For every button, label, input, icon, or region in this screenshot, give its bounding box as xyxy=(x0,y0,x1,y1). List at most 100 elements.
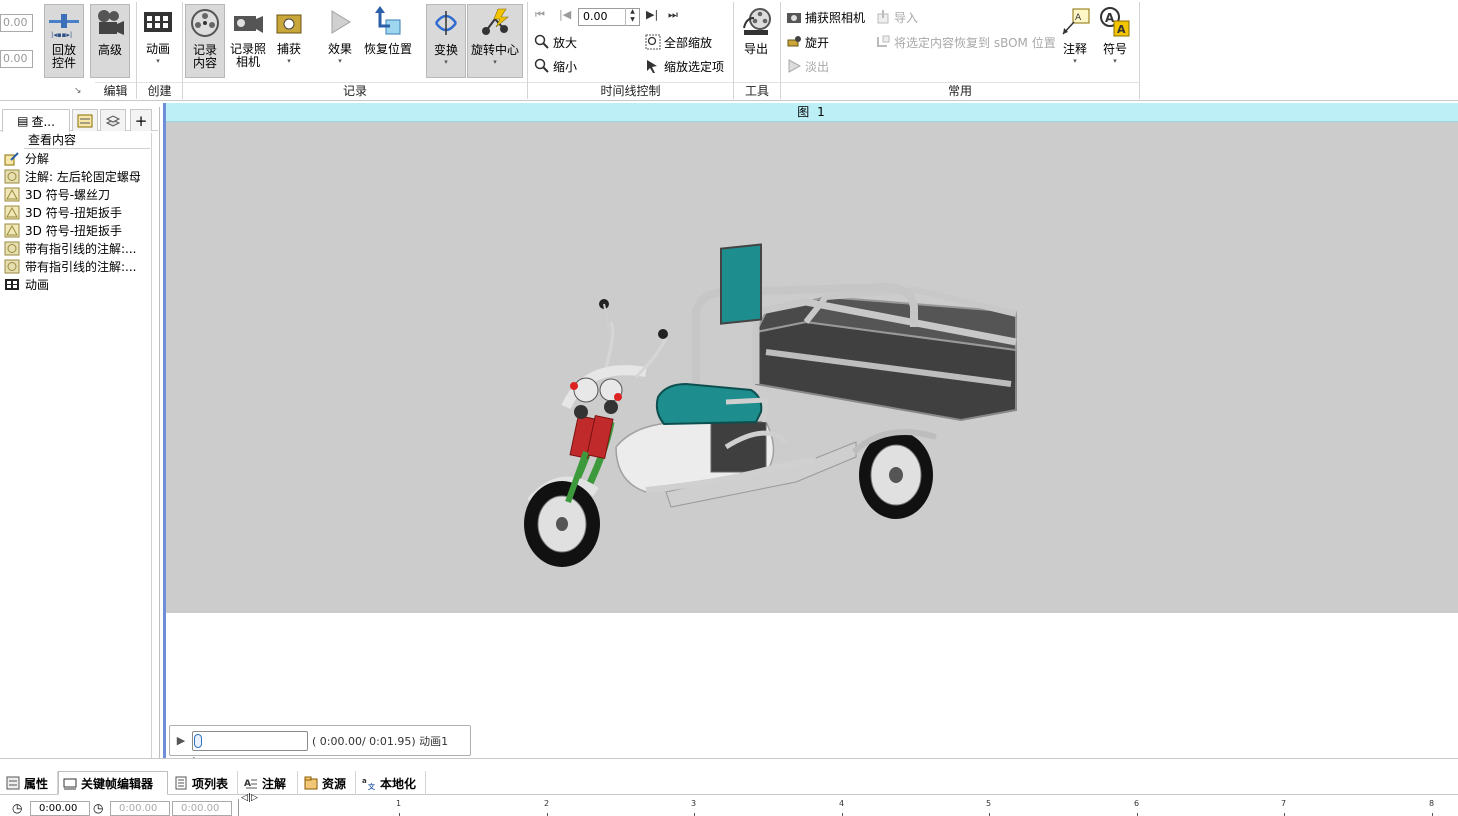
export-icon xyxy=(738,4,774,40)
rotation-center-button[interactable]: 旋转中心 ▾ xyxy=(467,4,523,78)
tab-resources[interactable]: 资源 xyxy=(300,771,356,795)
clock-icon: ◷ xyxy=(12,801,23,815)
tree-item-symbol[interactable]: 3D 符号-扭矩扳手 xyxy=(3,203,122,221)
symbol-icon xyxy=(3,205,20,220)
ruler-label: 3 xyxy=(691,799,697,808)
playback-controls-button[interactable]: |◂▪▪▸| 回放 控件 xyxy=(44,4,84,78)
animation-progress-slider[interactable] xyxy=(192,730,308,751)
tab-layers[interactable] xyxy=(100,109,126,131)
rotate-button[interactable]: 旋开 xyxy=(786,33,829,51)
zoom-in-button[interactable]: 放大 xyxy=(534,33,577,51)
zoom-out-button[interactable]: 缩小 xyxy=(534,57,577,75)
add-tab-button[interactable]: + xyxy=(130,109,152,131)
animation-button[interactable]: 动画 ▾ xyxy=(139,4,177,65)
zoom-selected-icon xyxy=(645,58,661,74)
chevron-down-icon: ▾ xyxy=(338,57,342,65)
group-label-create: 创建 xyxy=(137,82,182,99)
symbol-icon xyxy=(3,187,20,202)
annotation-button[interactable]: A 注释 ▾ xyxy=(1056,4,1094,65)
tab-view-content[interactable]: ▤ 查... xyxy=(2,109,70,132)
symbol-button[interactable]: AA 符号 ▾ xyxy=(1096,4,1134,65)
zoom-selected-button[interactable]: 缩放选定项 xyxy=(645,57,724,75)
animation-time-readout: ( 0:00.00/ 0:01.95) 动画1 xyxy=(312,734,449,748)
current-time-field[interactable]: 0:00.00 xyxy=(30,801,90,816)
restore-to-sbom-label: 将选定内容恢复到 sBOM 位置 xyxy=(894,35,1056,50)
rotation-center-icon xyxy=(477,5,513,41)
tricycle-model[interactable] xyxy=(166,122,1458,613)
export-button[interactable]: 导出 xyxy=(737,4,775,56)
capture-camera-button[interactable]: 捕获照相机 xyxy=(786,8,865,26)
tree-item-label: 动画 xyxy=(25,277,50,292)
capture-camera-label: 捕获照相机 xyxy=(805,10,866,25)
svg-text:a: a xyxy=(362,777,367,785)
record-camera-button[interactable]: 记录照 相机 xyxy=(228,4,268,69)
fade-out-button[interactable]: 淡出 xyxy=(786,57,829,75)
tab-keyframe-editor[interactable]: 关键帧编辑器 xyxy=(58,771,168,795)
start-time-field[interactable]: 0:00.00 xyxy=(110,801,170,816)
animation-player: ▶ ( 0:00.00/ 0:01.95) 动画1 xyxy=(169,725,471,756)
dialog-launcher-icon[interactable]: ↘ xyxy=(74,86,82,96)
next-frame-icon[interactable]: ▶| xyxy=(646,8,658,21)
timeline-ruler[interactable]: ◁|▷ 1 2 3 4 5 6 7 8 xyxy=(238,793,1458,816)
svg-text:A: A xyxy=(1075,13,1082,23)
restore-to-sbom-button[interactable]: 将选定内容恢复到 sBOM 位置 xyxy=(875,33,1056,51)
zoom-all-button[interactable]: 全部缩放 xyxy=(645,33,712,51)
view-tab-icon: ▤ xyxy=(17,114,29,128)
tree-item-note[interactable]: 带有指引线的注解:... xyxy=(3,257,137,275)
tree-item-note[interactable]: 带有指引线的注解:... xyxy=(3,239,137,257)
left-value-field-1[interactable]: 0.00 xyxy=(0,14,33,32)
tab-bom[interactable] xyxy=(72,109,98,131)
annotation-icon: A xyxy=(1057,4,1093,40)
ruler-label: 1 xyxy=(396,799,402,808)
effects-button[interactable]: 效果 ▾ xyxy=(322,4,358,65)
advanced-button[interactable]: 高级 xyxy=(90,4,130,78)
previous-frame-icon[interactable]: |◀ xyxy=(559,8,571,21)
zoom-out-label: 缩小 xyxy=(553,59,578,74)
go-to-start-icon[interactable]: ⏮ xyxy=(535,8,545,22)
left-value-field-2[interactable]: 0.00 xyxy=(0,50,33,68)
view-content-header: 查看内容 xyxy=(24,133,150,149)
clock-icon: ◷ xyxy=(93,801,104,815)
tree-item-note[interactable]: 注解: 左后轮固定螺母 xyxy=(3,167,141,185)
tree-item-label: 带有指引线的注解:... xyxy=(25,241,137,256)
group-label-timeline: 时间线控制 xyxy=(528,82,733,99)
tree-item-symbol[interactable]: 3D 符号-扭矩扳手 xyxy=(3,221,122,239)
tree-item-symbol[interactable]: 3D 符号-螺丝刀 xyxy=(3,185,110,203)
note-icon xyxy=(3,241,20,256)
progress-slider-handle[interactable] xyxy=(194,733,202,748)
scene-viewport[interactable]: 图 1 ▶ (0:00.00/ 0:01.95) 动画1 xyxy=(163,103,1458,758)
tab-localization[interactable]: a文 本地化 xyxy=(358,771,426,795)
chevron-down-icon: ▾ xyxy=(1113,57,1117,65)
play-icon[interactable]: ▶ xyxy=(170,734,192,747)
camera-icon xyxy=(786,9,802,25)
3d-scene[interactable] xyxy=(166,122,1458,613)
tab-annotations[interactable]: A 注解 xyxy=(240,771,298,795)
ruler-label: 8 xyxy=(1429,799,1435,808)
capture-button[interactable]: 捕获 ▾ xyxy=(270,4,308,65)
chevron-down-icon: ▾ xyxy=(287,57,291,65)
tab-keyframe-editor-label: 关键帧编辑器 xyxy=(81,776,154,791)
resources-icon xyxy=(304,776,318,790)
time-spinner[interactable]: ▲ ▼ xyxy=(625,8,639,26)
zoom-in-label: 放大 xyxy=(553,35,578,50)
bottom-tabs: 属性 关键帧编辑器 项列表 A 注解 资源 a文 本地化 xyxy=(0,771,1458,795)
panel-tabs: ▤ 查... + xyxy=(0,107,158,132)
transform-button[interactable]: 变换 ▾ xyxy=(426,4,466,78)
record-content-button[interactable]: 记录 内容 xyxy=(185,4,225,78)
tree-item-label: 分解 xyxy=(25,151,50,166)
restore-position-button[interactable]: 恢复位置 xyxy=(360,4,416,56)
tab-properties[interactable]: 属性 xyxy=(2,771,58,795)
tree-item-animation[interactable]: 动画 xyxy=(3,275,49,293)
fade-out-label: 淡出 xyxy=(805,59,830,74)
time-marker-icon[interactable]: ◁|▷ xyxy=(241,793,258,803)
import-button[interactable]: 导入 xyxy=(875,8,918,26)
panel-divider xyxy=(151,133,152,758)
zoom-selected-label: 缩放选定项 xyxy=(664,59,725,74)
group-separator xyxy=(1139,2,1140,99)
tab-item-list[interactable]: 项列表 xyxy=(170,771,238,795)
zoom-all-label: 全部缩放 xyxy=(664,35,713,50)
go-to-end-icon[interactable]: ⏭ xyxy=(668,8,678,22)
tab-properties-label: 属性 xyxy=(24,776,49,791)
tree-item-explode[interactable]: 分解 xyxy=(3,149,49,167)
end-time-field[interactable]: 0:00.00 xyxy=(172,801,232,816)
